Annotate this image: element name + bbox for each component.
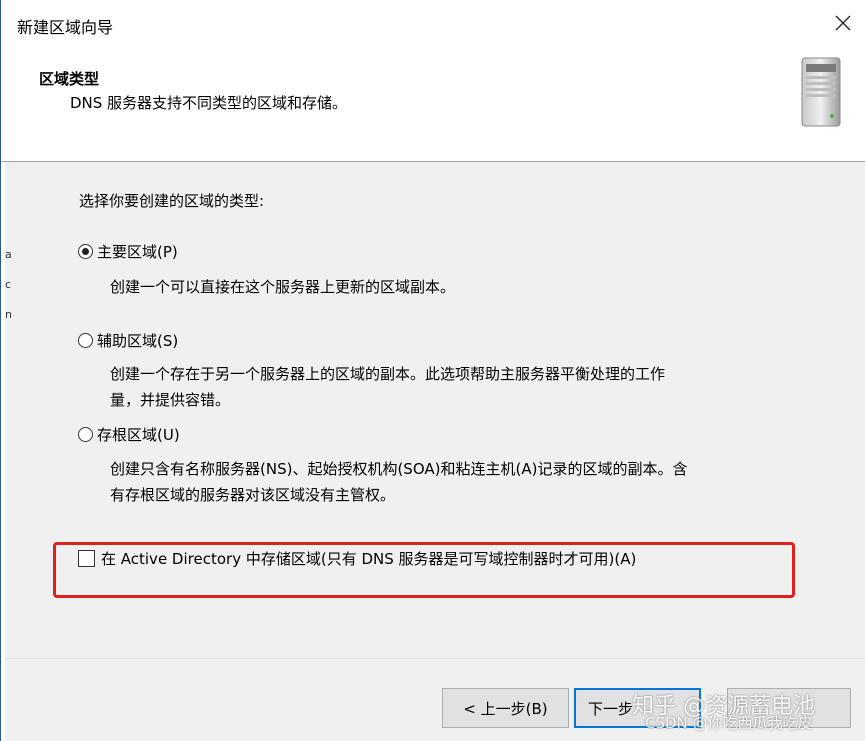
radio-primary-zone[interactable]: 主要区域(P) [78, 241, 178, 262]
primary-zone-description-text: 创建一个可以直接在这个服务器上更新的区域副本。 [110, 278, 456, 296]
stub-zone-description-line2: 有存根区域的服务器对该区域没有主管权。 [110, 486, 396, 504]
page-title: 区域类型 [39, 70, 100, 88]
stub-zone-description-line1: 创建只含有名称服务器(NS)、起始授权机构(SOA)和粘连主机(A)记录的区域的… [110, 460, 688, 478]
zone-type-prompt: 选择你要创建的区域的类型: [79, 192, 265, 210]
radio-dot-icon [82, 248, 89, 255]
window-title: 新建区域向导 [17, 18, 114, 37]
ad-store-checkbox-row[interactable]: 在 Active Directory 中存储区域(只有 DNS 服务器是可写域控… [78, 548, 636, 569]
server-icon [801, 57, 841, 127]
radio-button-checked[interactable] [78, 244, 93, 259]
edge-fragment: n [5, 308, 12, 321]
stub-zone-description: 创建只含有名称服务器(NS)、起始授权机构(SOA)和粘连主机(A)记录的区域的… [110, 456, 810, 508]
close-icon [835, 15, 851, 31]
radio-button[interactable] [78, 427, 93, 442]
radio-primary-label: 主要区域(P) [97, 243, 178, 261]
radio-secondary-zone[interactable]: 辅助区域(S) [78, 330, 178, 351]
ad-store-label: 在 Active Directory 中存储区域(只有 DNS 服务器是可写域控… [101, 550, 637, 568]
radio-button[interactable] [78, 333, 93, 348]
close-button[interactable] [828, 8, 858, 38]
next-button-label: 下一步 [588, 699, 634, 718]
edge-fragment: a [5, 248, 12, 261]
wizard-body: a c n 选择你要创建的区域的类型: 主要区域(P) 创建一个可以直接在这个服… [5, 162, 865, 741]
title-bar: 新建区域向导 [1, 0, 865, 46]
secondary-zone-description-line1: 创建一个存在于另一个服务器上的区域的副本。此选项帮助主服务器平衡处理的工作 [110, 365, 666, 383]
primary-zone-description: 创建一个可以直接在这个服务器上更新的区域副本。 [110, 274, 810, 300]
radio-stub-label: 存根区域(U) [97, 426, 180, 444]
new-zone-wizard-window: 新建区域向导 区域类型 DNS 服务器支持不同类型的区域和存储。 a c n 选… [0, 0, 865, 741]
ad-store-checkbox[interactable] [78, 550, 95, 567]
secondary-zone-description-line2: 量，并提供容错。 [110, 391, 231, 409]
back-button-label: < 上一步(B) [463, 699, 548, 718]
back-button[interactable]: < 上一步(B) [442, 688, 569, 728]
secondary-zone-description: 创建一个存在于另一个服务器上的区域的副本。此选项帮助主服务器平衡处理的工作 量，… [110, 361, 810, 413]
edge-fragment: c [5, 278, 12, 291]
wizard-header: 区域类型 DNS 服务器支持不同类型的区域和存储。 [1, 46, 865, 162]
watermark-csdn: CSDN @你吃西瓜我吃皮 [645, 714, 813, 732]
radio-secondary-label: 辅助区域(S) [97, 332, 179, 350]
footer-divider [5, 658, 865, 659]
page-subtitle: DNS 服务器支持不同类型的区域和存储。 [70, 94, 348, 112]
radio-stub-zone[interactable]: 存根区域(U) [78, 424, 180, 445]
